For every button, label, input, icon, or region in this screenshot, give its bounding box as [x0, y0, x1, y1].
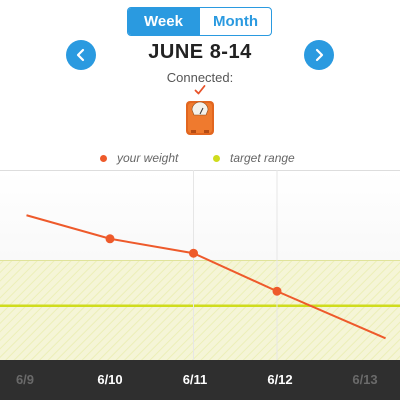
week-tab[interactable]: Week — [128, 8, 199, 35]
x-tick-label[interactable]: 6/12 — [250, 372, 310, 387]
weight-chart — [0, 170, 400, 360]
weight-point — [105, 234, 115, 244]
target-range-band — [0, 260, 400, 360]
date-range-title: JUNE 8-14 — [148, 41, 252, 63]
legend-item-target: target range — [213, 150, 295, 166]
x-tick-label[interactable]: 6/11 — [165, 372, 225, 387]
legend-item-weight: your weight — [100, 150, 178, 166]
next-week-button[interactable] — [304, 40, 334, 70]
month-tab[interactable]: Month — [199, 8, 271, 35]
target-legend-dot — [213, 154, 220, 162]
connected-label: Connected: — [166, 70, 234, 85]
weight-legend-dot — [100, 154, 107, 162]
x-tick-label[interactable]: 6/9 — [0, 372, 55, 387]
period-toggle: Week Month — [127, 7, 272, 36]
weight-point — [189, 248, 198, 258]
legend-weight-label: your weight — [117, 151, 179, 165]
weight-point — [272, 286, 282, 296]
chevron-right-icon — [315, 48, 324, 62]
checkmark-icon — [194, 85, 206, 95]
legend-target-label: target range — [230, 151, 295, 165]
bathroom-scale-icon — [186, 101, 214, 135]
x-tick-label[interactable]: 6/10 — [80, 372, 140, 387]
x-tick-label[interactable]: 6/13 — [335, 372, 395, 387]
